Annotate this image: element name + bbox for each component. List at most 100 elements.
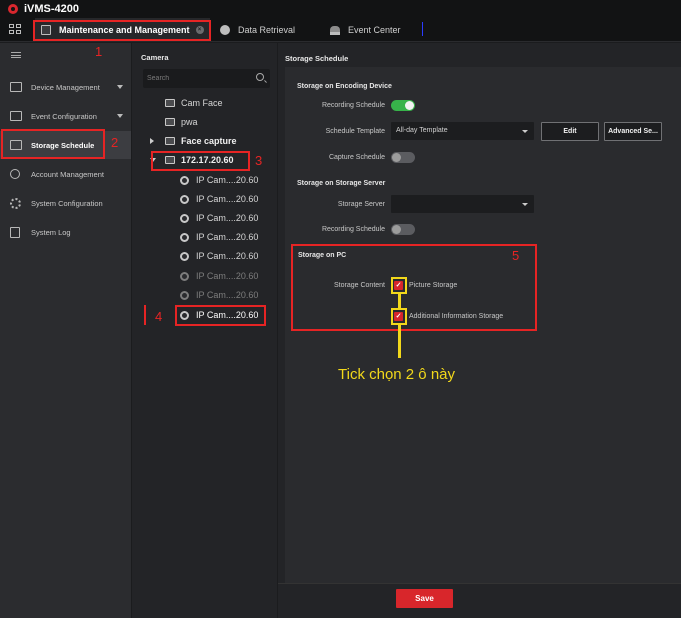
sidebar-item-label: Account Management — [31, 169, 104, 179]
capture-schedule-toggle[interactable] — [391, 152, 415, 163]
edit-button[interactable]: Edit — [541, 122, 599, 141]
annotation-box-4 — [175, 305, 266, 326]
tree-item-label: IP Cam....20.60 — [196, 271, 259, 281]
log-icon — [10, 226, 20, 238]
tree-camera[interactable]: IP Cam....20.60 — [180, 210, 258, 226]
camera-icon — [180, 251, 189, 261]
storage-server-label: Storage Server — [337, 201, 385, 208]
tree-item-label: IP Cam....20.60 — [196, 213, 259, 223]
sidebar-item-label: System Log — [31, 227, 71, 237]
tab-data-retrieval[interactable]: Data Retrieval — [220, 18, 295, 42]
search-input[interactable] — [147, 72, 247, 85]
annotation-note: Tick chọn 2 ô này — [338, 366, 456, 383]
advanced-settings-button[interactable]: Advanced Se... — [604, 122, 662, 141]
annotation-marker-4 — [144, 305, 146, 325]
tree-item-label: IP Cam....20.60 — [196, 194, 259, 204]
schedule-template-value: All-day Template — [396, 127, 448, 134]
tree-item-label: Cam Face — [181, 98, 223, 108]
tree-item-label: IP Cam....20.60 — [196, 290, 259, 300]
chevron-down-icon — [522, 203, 528, 206]
section-title-storage-server: Storage on Storage Server — [297, 180, 386, 187]
camera-icon — [180, 271, 189, 281]
bottom-action-bar — [278, 583, 681, 618]
tree-item-label: Face capture — [181, 136, 237, 146]
tree-item-label: IP Cam....20.60 — [196, 251, 259, 261]
annotation-number-5: 5 — [512, 248, 520, 263]
server-recording-schedule-label: Recording Schedule — [321, 226, 385, 233]
page-title: Storage Schedule — [285, 54, 349, 63]
camera-icon — [180, 290, 189, 300]
annotation-number-3: 3 — [255, 153, 263, 168]
camera-panel — [132, 43, 277, 618]
group-icon — [165, 137, 175, 145]
annotation-number-2: 2 — [111, 135, 119, 150]
tab-event-center[interactable]: Event Center — [330, 18, 401, 42]
annotation-number-4: 4 — [155, 309, 163, 324]
tree-group-pwa[interactable]: pwa — [165, 114, 198, 130]
camera-search[interactable] — [143, 69, 270, 88]
event-center-icon — [330, 25, 340, 35]
camera-panel-title: Camera — [141, 53, 169, 62]
sidebar-item-event-configuration[interactable]: Event Configuration — [0, 102, 131, 130]
user-icon — [10, 169, 20, 179]
group-icon — [165, 99, 175, 107]
annotation-box-5 — [291, 244, 537, 331]
chevron-down-icon — [117, 85, 123, 89]
tree-item-label: IP Cam....20.60 — [196, 232, 259, 242]
recording-schedule-toggle[interactable] — [391, 100, 415, 111]
toggle-knob — [392, 153, 401, 162]
app-title: iVMS-4200 — [24, 3, 80, 15]
tab-label: Event Center — [348, 25, 401, 35]
save-button[interactable]: Save — [396, 589, 453, 608]
server-recording-schedule-toggle[interactable] — [391, 224, 415, 235]
camera-icon — [180, 194, 189, 204]
chevron-down-icon — [117, 114, 123, 118]
tree-camera[interactable]: IP Cam....20.60 — [180, 191, 258, 207]
annotation-number-1: 1 — [95, 44, 103, 59]
sidebar-item-label: Event Configuration — [31, 111, 97, 121]
tab-label: Data Retrieval — [238, 25, 296, 35]
module-grid-icon[interactable] — [9, 24, 21, 35]
sidebar-item-system-log[interactable]: System Log — [0, 218, 131, 246]
tree-group-face-capture[interactable]: Face capture — [165, 133, 237, 149]
sidebar-item-device-management[interactable]: Device Management — [0, 73, 131, 101]
annotation-box-1 — [33, 20, 211, 41]
sidebar-item-label: Device Management — [31, 82, 100, 92]
sidebar-item-account-management[interactable]: Account Management — [0, 160, 131, 188]
schedule-template-label: Schedule Template — [325, 128, 385, 135]
tree-item-label: pwa — [181, 117, 198, 127]
title-bar: iVMS-4200 — [0, 0, 681, 18]
tree-camera-offline[interactable]: IP Cam....20.60 — [180, 268, 258, 284]
tree-camera-offline[interactable]: IP Cam....20.60 — [180, 287, 258, 303]
sidebar-item-label: System Configuration — [31, 198, 103, 208]
annotation-box-3 — [151, 151, 250, 171]
camera-icon — [180, 213, 189, 223]
sidebar-item-system-configuration[interactable]: System Configuration — [0, 189, 131, 217]
annotation-pointer-line — [398, 325, 401, 358]
annotation-box-2 — [1, 129, 105, 159]
menu-collapse-icon[interactable] — [11, 52, 21, 58]
expand-arrow-icon[interactable] — [150, 138, 154, 144]
schedule-template-select[interactable]: All-day Template — [391, 122, 534, 140]
data-retrieval-icon — [220, 25, 230, 35]
annotation-highlight-additional-info — [391, 308, 407, 325]
camera-icon — [180, 232, 189, 242]
gear-icon — [10, 197, 21, 209]
group-icon — [165, 118, 175, 126]
annotation-connector — [398, 294, 401, 308]
storage-server-select[interactable] — [391, 195, 534, 213]
section-title-encoding-device: Storage on Encoding Device — [297, 83, 392, 90]
camera-icon — [180, 175, 189, 185]
toggle-knob — [405, 101, 414, 110]
tree-camera[interactable]: IP Cam....20.60 — [180, 172, 258, 188]
event-config-icon — [10, 111, 22, 121]
tree-camera[interactable]: IP Cam....20.60 — [180, 229, 258, 245]
tree-camera[interactable]: IP Cam....20.60 — [180, 248, 258, 264]
search-icon[interactable] — [256, 73, 264, 81]
toggle-knob — [392, 225, 401, 234]
app-logo-icon — [8, 4, 18, 14]
recording-schedule-label: Recording Schedule — [321, 102, 385, 109]
annotation-highlight-picture-storage — [391, 277, 407, 294]
tree-group-cam-face[interactable]: Cam Face — [165, 95, 223, 111]
text-cursor — [422, 22, 423, 36]
